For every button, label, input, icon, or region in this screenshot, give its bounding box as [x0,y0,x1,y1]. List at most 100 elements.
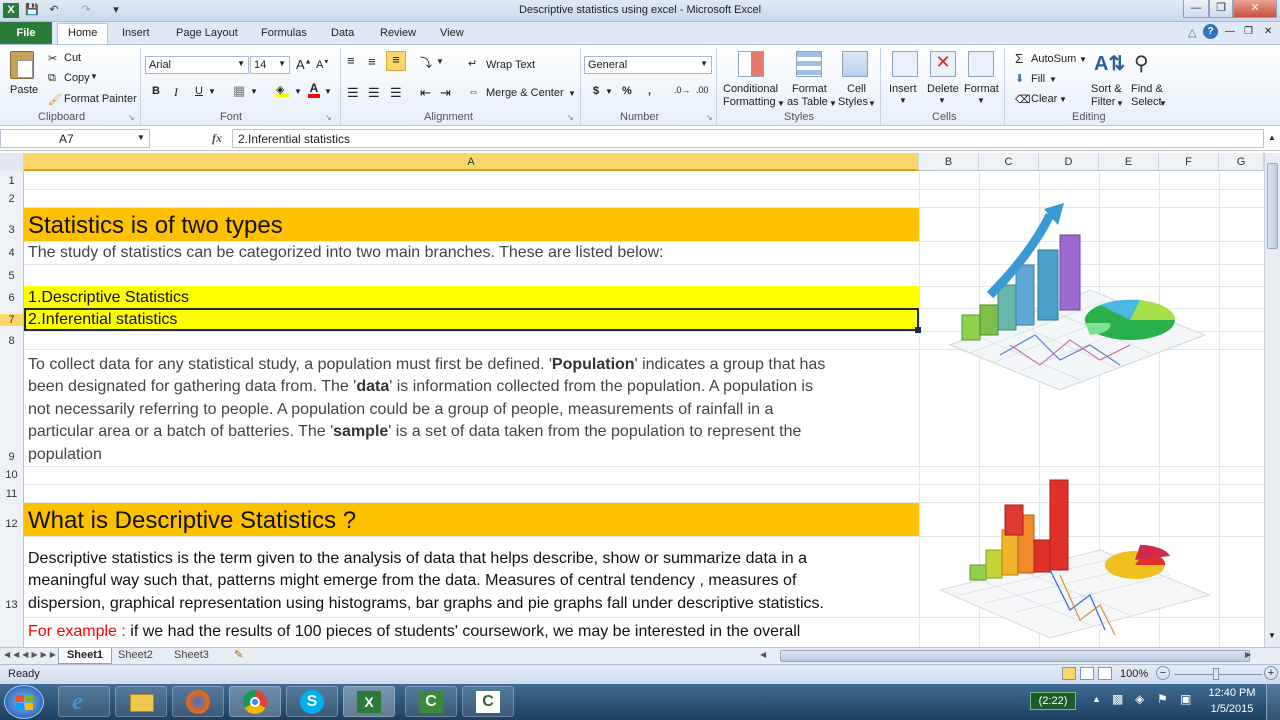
underline-button[interactable]: U [195,85,203,97]
wrap-text-button[interactable]: Wrap Text [486,59,535,71]
decrease-decimal-icon[interactable]: .00 [696,85,709,95]
sheet-tab-sheet2[interactable]: Sheet2 [118,649,153,661]
doc-minimize-icon[interactable]: — [1225,26,1235,37]
clear-icon[interactable]: ⌫ [1015,93,1031,106]
sort-filter-icon[interactable]: A⇅ [1094,51,1125,76]
format-dropdown-icon[interactable]: ▼ [977,96,985,105]
row-header-11[interactable]: 11 [0,488,23,500]
insert-sheet-icon[interactable]: ✎ [234,648,243,661]
page-break-view-icon[interactable] [1098,667,1112,680]
sheet-nav-icons[interactable]: ◀◀◀▶▶▶ [4,650,59,659]
font-name-box[interactable]: Arial ▼ [145,56,249,74]
align-center-icon[interactable]: ☰ [368,85,380,101]
decrease-indent-icon[interactable]: ⇤ [420,85,431,101]
cell-a9-line3[interactable]: not necessarily referring to people. A p… [28,401,773,419]
merge-center-button[interactable]: Merge & Center [486,87,564,99]
doc-close-icon[interactable]: ✕ [1264,26,1272,37]
copy-dropdown-icon[interactable]: ▼ [90,72,98,81]
cell-styles-dropdown-icon[interactable]: ▼ [868,99,876,108]
column-header-c[interactable]: C [979,153,1039,171]
find-select-label2[interactable]: Select [1131,96,1162,108]
tab-file[interactable]: File [0,22,52,44]
column-header-b[interactable]: B [919,153,979,171]
taskbar-explorer[interactable] [115,686,167,717]
scroll-down-icon[interactable]: ▼ [1268,631,1276,640]
tab-home[interactable]: Home [68,27,97,39]
fill-color-dropdown-icon[interactable]: ▼ [294,87,302,96]
row-header-2[interactable]: 2 [0,193,23,205]
minimize-ribbon-icon[interactable]: △ [1188,26,1196,39]
clear-dropdown-icon[interactable]: ▼ [1059,95,1067,104]
row-header-5[interactable]: 5 [0,270,23,282]
vertical-scrollbar[interactable]: ▼ [1264,153,1280,647]
cut-button[interactable]: Cut [64,52,81,64]
grow-font-icon[interactable]: A▲ [296,57,312,72]
cell-a9-line4[interactable]: particular area or a batch of batteries.… [28,423,801,441]
clear-button[interactable]: Clear [1031,93,1057,105]
name-box[interactable]: A7 [0,129,150,148]
fill-icon[interactable]: ⬇ [1015,72,1024,85]
name-box-dropdown-icon[interactable]: ▼ [137,133,145,142]
shrink-font-icon[interactable]: A▼ [316,59,329,71]
format-as-table-label[interactable]: Format [792,83,827,95]
bold-button[interactable]: B [152,85,160,97]
find-select-label[interactable]: Find & [1131,83,1163,95]
number-format-box[interactable]: General ▼ [584,56,712,74]
delete-cells-button[interactable]: Delete [927,83,959,95]
tab-page-layout[interactable]: Page Layout [176,27,238,39]
taskbar-excel[interactable]: X [343,686,395,717]
row-header-12[interactable]: 12 [0,518,23,530]
sort-filter-label2[interactable]: Filter [1091,96,1115,108]
taskbar-ie[interactable]: e [58,686,110,717]
column-header-f[interactable]: F [1159,153,1219,171]
autosum-button[interactable]: AutoSum [1031,53,1076,65]
tab-data[interactable]: Data [331,27,354,39]
cell-a13-line3[interactable]: dispersion, graphical representation usi… [28,595,824,613]
cell-a6[interactable]: 1.Descriptive Statistics [28,289,189,307]
currency-button[interactable]: $ [593,85,599,97]
find-select-dropdown-icon[interactable]: ▼ [1159,99,1167,108]
row-header-10[interactable]: 10 [0,469,23,481]
row-header-8[interactable]: 8 [0,335,23,347]
cell-a9-line1[interactable]: To collect data for any statistical stud… [28,356,825,374]
underline-dropdown-icon[interactable]: ▼ [208,87,216,96]
battery-timer[interactable]: (2:22) [1030,692,1076,710]
borders-icon[interactable]: ▦ [233,83,245,99]
action-center-flag-icon[interactable]: ⚑ [1157,692,1168,706]
copy-icon[interactable]: ⧉ [48,72,56,85]
zoom-in-icon[interactable]: + [1264,666,1278,680]
hscroll-right-icon[interactable]: ▶ [1245,650,1251,659]
clock-date[interactable]: 1/5/2015 [1204,703,1260,715]
copy-button[interactable]: Copy [64,72,90,84]
tab-review[interactable]: Review [380,27,416,39]
row-header-4[interactable]: 4 [0,247,23,259]
format-cells-button[interactable]: Format [964,83,999,95]
autosum-icon[interactable]: Σ [1015,51,1023,66]
taskbar-camtasia-2[interactable]: C [462,686,514,717]
paste-button[interactable]: Paste [10,84,38,96]
conditional-formatting-dropdown-icon[interactable]: ▼ [777,99,785,108]
vertical-scroll-thumb[interactable] [1267,163,1278,249]
help-icon[interactable]: ? [1203,24,1218,39]
format-painter-button[interactable]: Format Painter [64,93,137,105]
column-header-e[interactable]: E [1099,153,1159,171]
power-icon[interactable]: ▣ [1180,692,1191,706]
merge-center-icon[interactable]: ⇔ [468,86,479,98]
clipboard-launcher-icon[interactable]: ↘ [128,113,135,122]
merge-dropdown-icon[interactable]: ▼ [568,89,576,98]
cell-a12-heading[interactable]: What is Descriptive Statistics ? [28,507,356,535]
zoom-out-icon[interactable]: − [1156,666,1170,680]
column-header-d[interactable]: D [1039,153,1099,171]
autosum-dropdown-icon[interactable]: ▼ [1079,55,1087,64]
orientation-dropdown-icon[interactable]: ▼ [436,57,444,66]
increase-decimal-icon[interactable]: .0→ [674,85,691,95]
cell-a7[interactable]: 2.Inferential statistics [28,311,177,329]
sort-filter-dropdown-icon[interactable]: ▼ [1116,99,1124,108]
format-cells-icon[interactable] [968,51,994,77]
paste-icon[interactable] [10,51,34,79]
row-header-6[interactable]: 6 [0,292,23,304]
show-desktop-button[interactable] [1266,684,1280,720]
insert-cells-icon[interactable] [892,51,918,77]
clock-time[interactable]: 12:40 PM [1204,687,1260,699]
row-header-3[interactable]: 3 [0,224,23,236]
